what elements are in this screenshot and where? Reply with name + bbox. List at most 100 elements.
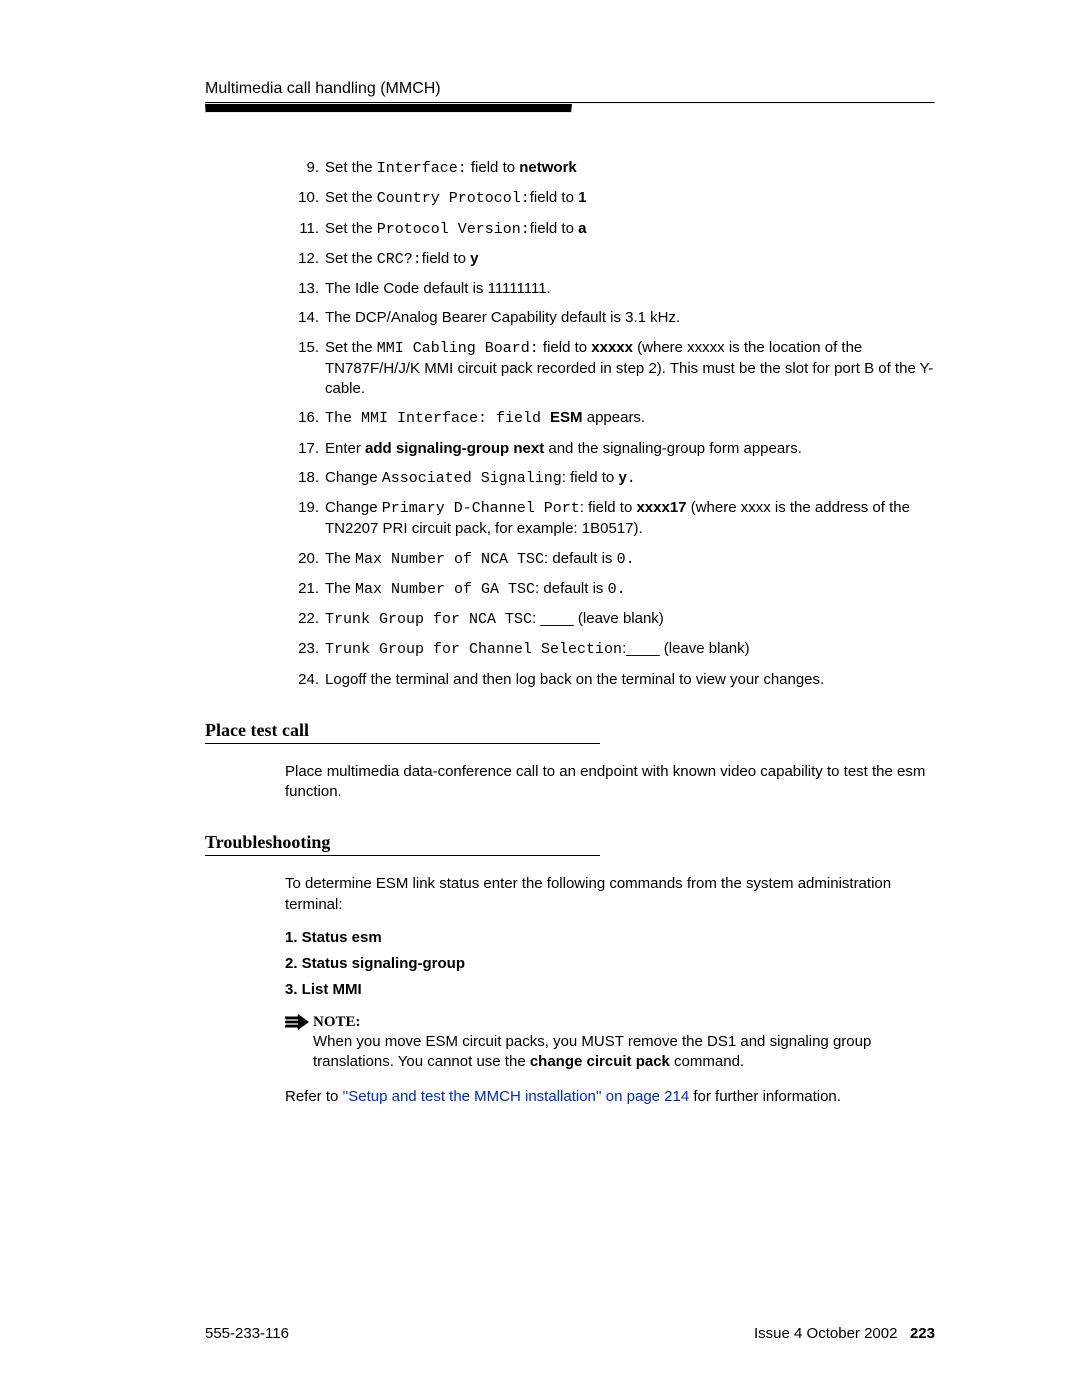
step-body: The Idle Code default is 11111111. [325,279,935,299]
procedure-steps: 9.Set the Interface: field to network10.… [285,158,935,690]
step-item: 19.Change Primary D-Channel Port: field … [285,498,935,540]
step-body: Change Associated Signaling: field to y. [325,468,935,489]
note-block: NOTE: When you move ESM circuit packs, y… [285,1012,935,1073]
refer-paragraph: Refer to ''Setup and test the MMCH insta… [285,1087,935,1107]
step-item: 18.Change Associated Signaling: field to… [285,468,935,489]
mono-text: Max Number of NCA TSC [355,551,544,568]
main-content: 9.Set the Interface: field to network10.… [285,158,935,690]
note-arrow-icon [285,1012,313,1073]
footer-issue: Issue 4 October 2002 [754,1325,897,1342]
command-list-item: 3. List MMI [285,981,935,998]
footer-page-number: 223 [910,1325,935,1342]
step-item: 22.Trunk Group for NCA TSC: ____ (leave … [285,609,935,630]
step-number: 19. [285,498,325,540]
step-item: 10.Set the Country Protocol:field to 1 [285,188,935,209]
step-body: Set the Country Protocol:field to 1 [325,188,935,209]
refer-pre: Refer to [285,1088,343,1105]
note-body-post: command. [670,1053,744,1070]
step-body: The Max Number of NCA TSC: default is 0. [325,549,935,570]
step-body: The Max Number of GA TSC: default is 0. [325,579,935,600]
step-item: 11.Set the Protocol Version:field to a [285,219,935,240]
step-item: 17.Enter add signaling-group next and th… [285,439,935,459]
command-list-item: 2. Status signaling-group [285,955,935,972]
mono-text: Primary D-Channel Port [382,500,580,517]
step-item: 12.Set the CRC?:field to y [285,249,935,270]
section2-intro: To determine ESM link status enter the f… [285,874,935,915]
command-list-item: 1. Status esm [285,929,935,946]
step-body: Trunk Group for NCA TSC: ____ (leave bla… [325,609,935,630]
footer-right: Issue 4 October 2002 223 [754,1325,935,1342]
mono-text: Max Number of GA TSC [355,581,535,598]
step-number: 14. [285,308,325,328]
note-bold: change circuit pack [530,1053,670,1070]
bold-text: 1 [578,189,586,206]
mono-text: Trunk Group for NCA TSC [325,611,532,628]
mono-text: The MMI Interface: field [325,410,550,427]
step-number: 11. [285,219,325,240]
step-body: Logoff the terminal and then log back on… [325,670,935,690]
mono-text: 0. [608,581,626,598]
mono-text: 0. [617,551,635,568]
mono-text: . [627,470,636,487]
command-list: 1. Status esm 2. Status signaling-group 3.… [285,929,935,998]
step-number: 12. [285,249,325,270]
step-body: Change Primary D-Channel Port: field to … [325,498,935,540]
section-heading-place-test-call: Place test call [205,720,935,741]
step-body: Set the Interface: field to network [325,158,935,179]
refer-post: for further information. [689,1088,841,1105]
step-body: Enter add signaling-group next and the s… [325,439,935,459]
step-number: 22. [285,609,325,630]
step-item: 9.Set the Interface: field to network [285,158,935,179]
bold-text: xxxxx [591,339,633,356]
step-number: 21. [285,579,325,600]
step-item: 13.The Idle Code default is 11111111. [285,279,935,299]
bold-text: network [519,159,577,176]
mono-text: Protocol Version: [377,221,530,238]
step-body: The DCP/Analog Bearer Capability default… [325,308,935,328]
header-rule-thick [205,104,572,113]
step-body: The MMI Interface: field ESM appears. [325,408,935,429]
bold-text: ESM [550,409,583,426]
step-item: 23.Trunk Group for Channel Selection:___… [285,639,935,660]
mono-text: Interface: [377,160,467,177]
section-rule [205,855,600,856]
bold-text: xxxx17 [636,499,686,516]
step-body: Set the MMI Cabling Board: field to xxxx… [325,338,935,400]
step-number: 20. [285,549,325,570]
mono-text: MMI Cabling Board: [377,340,539,357]
note-label: NOTE: [313,1014,361,1030]
document-page: Multimedia call handling (MMCH) 9.Set th… [0,0,1080,1397]
step-body: Set the Protocol Version:field to a [325,219,935,240]
section-heading-troubleshooting: Troubleshooting [205,832,935,853]
step-item: 15.Set the MMI Cabling Board: field to x… [285,338,935,400]
page-header: Multimedia call handling (MMCH) [205,80,935,113]
section1-paragraph: Place multimedia data-conference call to… [285,762,935,803]
step-item: 20.The Max Number of NCA TSC: default is… [285,549,935,570]
section-rule [205,743,600,744]
note-text: NOTE: When you move ESM circuit packs, y… [313,1012,935,1073]
mono-text: Country Protocol: [377,190,530,207]
step-number: 9. [285,158,325,179]
mono-text: CRC?: [377,251,422,268]
bold-text: add signaling-group next [365,440,544,457]
step-number: 10. [285,188,325,209]
step-item: 24.Logoff the terminal and then log back… [285,670,935,690]
step-number: 23. [285,639,325,660]
step-item: 16.The MMI Interface: field ESM appears. [285,408,935,429]
step-body: Set the CRC?:field to y [325,249,935,270]
step-number: 24. [285,670,325,690]
step-number: 18. [285,468,325,489]
step-body: Trunk Group for Channel Selection:____ (… [325,639,935,660]
step-number: 15. [285,338,325,400]
step-number: 16. [285,408,325,429]
page-footer: 555-233-116 Issue 4 October 2002 223 [205,1325,935,1342]
step-number: 13. [285,279,325,299]
step-item: 14.The DCP/Analog Bearer Capability defa… [285,308,935,328]
bold-text: a [578,220,586,237]
mono-text: Trunk Group for Channel Selection [325,641,622,658]
refer-link[interactable]: ''Setup and test the MMCH installation''… [343,1088,690,1105]
step-item: 21.The Max Number of GA TSC: default is … [285,579,935,600]
step-number: 17. [285,439,325,459]
bold-text: y [618,469,626,486]
mono-text: Associated Signaling [382,470,562,487]
